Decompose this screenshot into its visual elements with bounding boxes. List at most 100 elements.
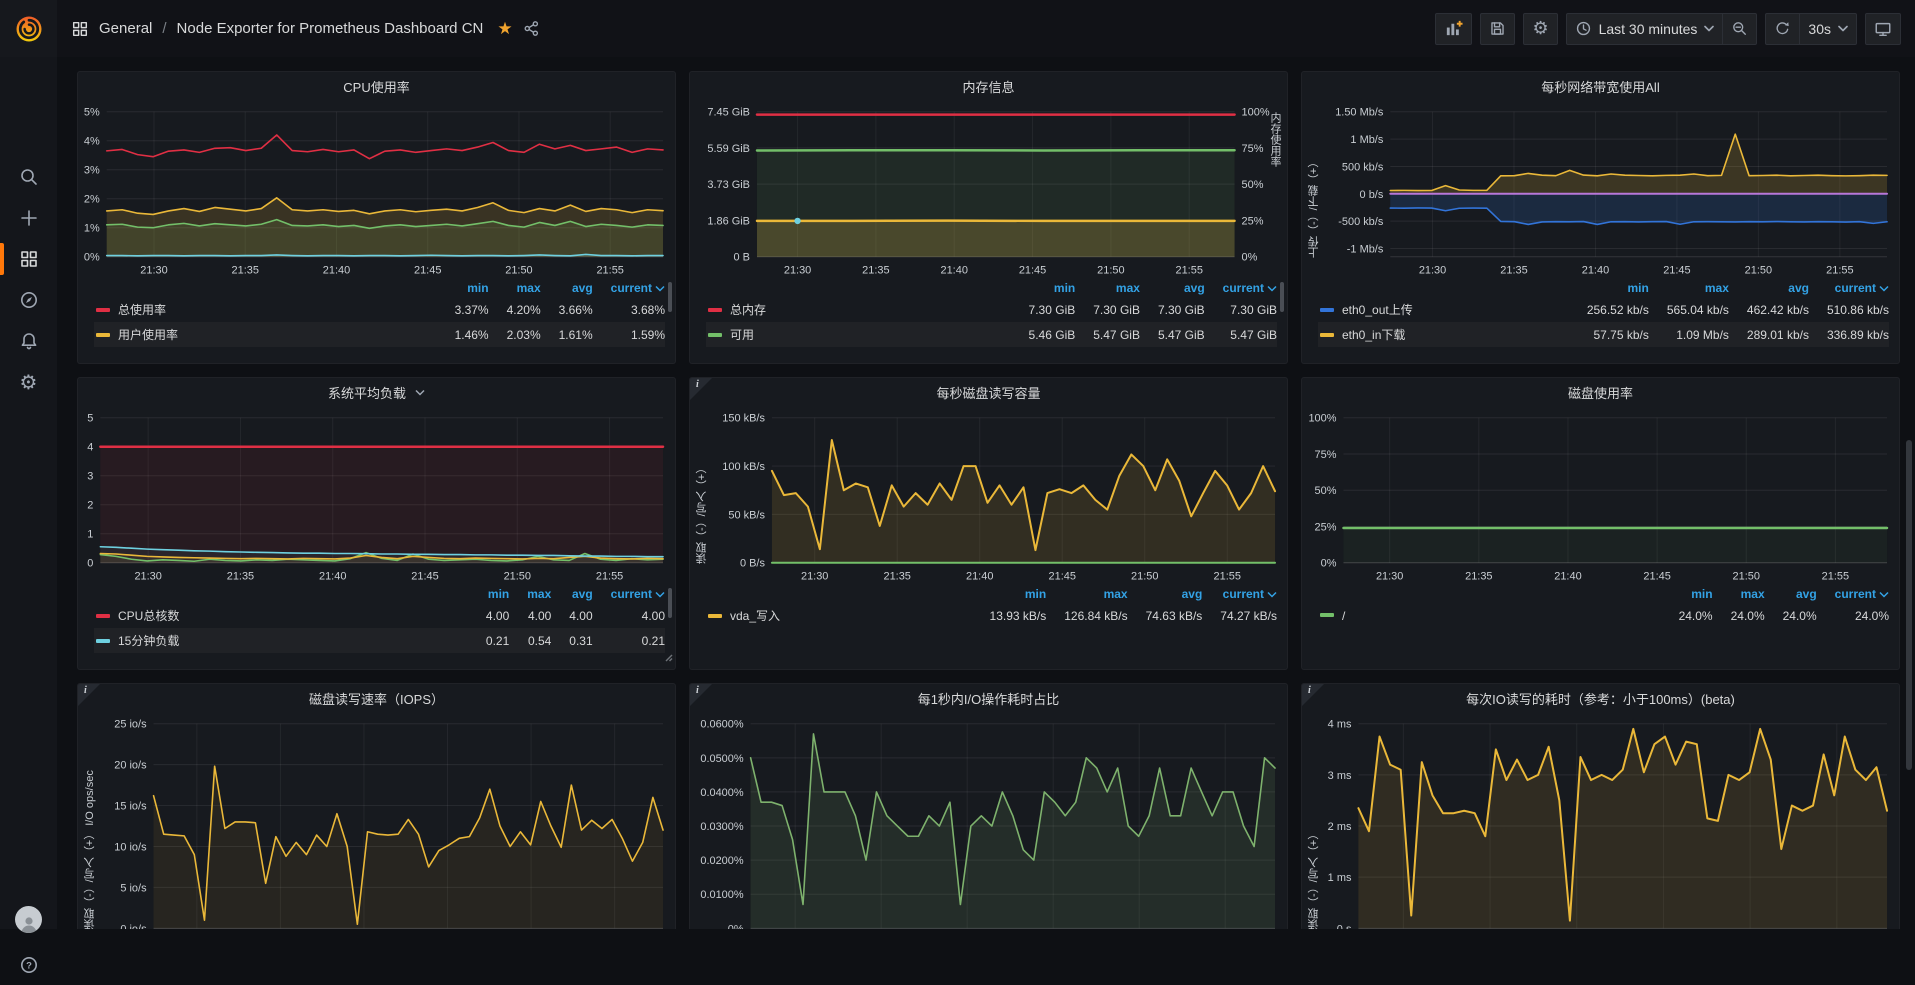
- refresh-button[interactable]: [1765, 13, 1799, 45]
- refresh-interval-picker[interactable]: 30s: [1799, 13, 1857, 45]
- person-icon: [19, 915, 39, 933]
- legend-col-min[interactable]: min: [972, 584, 1047, 603]
- panel-info-corner[interactable]: [690, 378, 712, 400]
- time-range-picker[interactable]: Last 30 minutes: [1566, 13, 1723, 45]
- legend-scrollbar[interactable]: [668, 282, 672, 312]
- sidebar-item-search[interactable]: [0, 157, 57, 197]
- sidebar-item-help[interactable]: ?: [0, 945, 57, 985]
- grafana-logo[interactable]: [0, 0, 57, 57]
- sidebar-item-configuration[interactable]: ⚙: [0, 362, 57, 402]
- legend-series-1[interactable]: vda_写入: [706, 603, 972, 628]
- sidebar-item-profile[interactable]: [0, 899, 57, 939]
- panel-title-text: 内存信息: [962, 77, 1014, 96]
- legend-col-min[interactable]: min: [1569, 278, 1649, 297]
- legend-value: 1.61%: [541, 322, 593, 347]
- add-panel-button[interactable]: [1435, 13, 1472, 45]
- panel-title-disk-usage[interactable]: 磁盘使用率: [1302, 378, 1899, 406]
- panel-title-memory-info[interactable]: 内存信息: [690, 72, 1287, 100]
- legend-col-current[interactable]: current: [1205, 278, 1277, 297]
- chart-disk-iops[interactable]: 25 io/s20 io/s15 io/s10 io/s5 io/s0 io/s: [78, 684, 675, 929]
- chart-io-latency[interactable]: 4 ms3 ms2 ms1 ms0 s: [1302, 684, 1899, 929]
- dashboard-settings-button[interactable]: ⚙: [1523, 13, 1557, 45]
- page-title[interactable]: Node Exporter for Prometheus Dashboard C…: [177, 20, 484, 37]
- legend-series-label: CPU总核数: [118, 609, 179, 623]
- legend-value: 336.89 kb/s: [1809, 322, 1889, 347]
- legend-col-current[interactable]: current: [1817, 584, 1889, 603]
- legend-col-max[interactable]: max: [509, 584, 551, 603]
- legend-series-1[interactable]: 总使用率: [94, 297, 437, 322]
- legend-value: 3.66%: [541, 297, 593, 322]
- sidebar-item-dashboards[interactable]: [0, 239, 57, 279]
- legend-value: 7.30 GiB: [1205, 297, 1277, 322]
- time-picker-group: Last 30 minutes: [1566, 13, 1758, 45]
- legend-series-2[interactable]: 可用: [706, 322, 1011, 347]
- panel-title-disk-rw-capacity[interactable]: 每秒磁盘读写容量: [690, 378, 1287, 406]
- panel-title-disk-iops[interactable]: 磁盘读写速率（IOPS）: [78, 684, 675, 712]
- legend-scrollbar[interactable]: [668, 588, 672, 618]
- legend-header-row: minmaxavgcurrent: [706, 278, 1277, 297]
- breadcrumb-section[interactable]: General: [99, 20, 152, 37]
- svg-text:21:50: 21:50: [504, 571, 531, 583]
- legend-value: 4.00: [593, 603, 665, 628]
- svg-text:10 io/s: 10 io/s: [114, 841, 147, 853]
- panel-title-system-load[interactable]: 系统平均负载: [78, 378, 675, 406]
- star-icon[interactable]: ★: [497, 19, 512, 39]
- legend-scrollbar[interactable]: [1280, 282, 1284, 312]
- legend-series-1[interactable]: 总内存: [706, 297, 1011, 322]
- sidebar-item-create[interactable]: [0, 198, 57, 238]
- legend-col-min[interactable]: min: [1011, 278, 1076, 297]
- legend-col-max[interactable]: max: [1649, 278, 1729, 297]
- legend-col-max[interactable]: max: [1713, 584, 1765, 603]
- legend-col-max[interactable]: max: [1075, 278, 1140, 297]
- legend-series-2[interactable]: 用户使用率: [94, 322, 437, 347]
- legend-col-max[interactable]: max: [489, 278, 541, 297]
- chevron-down-icon: [1879, 285, 1889, 292]
- legend-series-1[interactable]: CPU总核数: [94, 603, 468, 628]
- legend-col-avg[interactable]: avg: [1128, 584, 1203, 603]
- legend-series-2[interactable]: 15分钟负载: [94, 628, 468, 653]
- legend-col-avg[interactable]: avg: [551, 584, 592, 603]
- sidebar-item-explore[interactable]: [0, 280, 57, 320]
- legend-col-current[interactable]: current: [1202, 584, 1277, 603]
- svg-text:21:45: 21:45: [1049, 571, 1076, 583]
- legend-row: 用户使用率1.46%2.03%1.61%1.59%: [94, 322, 665, 347]
- panel-title-io-time-ratio[interactable]: 每1秒内I/O操作耗时占比: [690, 684, 1287, 712]
- panel-title-io-latency[interactable]: 每次IO读写的耗时（参考：小于100ms）(beta): [1302, 684, 1899, 712]
- svg-text:21:40: 21:40: [1582, 265, 1609, 277]
- grafana-logo-icon: [14, 14, 44, 44]
- svg-text:5%: 5%: [84, 107, 100, 119]
- sidebar-item-alerting[interactable]: [0, 321, 57, 361]
- legend-col-avg[interactable]: avg: [1729, 278, 1809, 297]
- legend-col-current[interactable]: current: [593, 278, 665, 297]
- panel-info-corner[interactable]: [690, 684, 712, 706]
- info-icon: i: [696, 685, 699, 696]
- legend-col-current[interactable]: current: [593, 584, 665, 603]
- page-scrollbar[interactable]: [1906, 440, 1912, 770]
- legend-series-1[interactable]: eth0_out上传: [1318, 297, 1569, 322]
- legend-col-avg[interactable]: avg: [1140, 278, 1205, 297]
- legend-col-avg[interactable]: avg: [1765, 584, 1817, 603]
- panel-memory-info: 内存信息7.45 GiB100%5.59 GiB75%3.73 GiB50%1.…: [689, 71, 1288, 364]
- panel-title-cpu-usage[interactable]: CPU使用率: [78, 72, 675, 100]
- panel-title-network-bandwidth[interactable]: 每秒网络带宽使用All: [1302, 72, 1899, 100]
- panel-info-corner[interactable]: [1302, 684, 1324, 706]
- panel-info-corner[interactable]: [78, 684, 100, 706]
- legend-series-1[interactable]: /: [1318, 603, 1661, 628]
- legend-col-current[interactable]: current: [1809, 278, 1889, 297]
- legend-col-avg[interactable]: avg: [541, 278, 593, 297]
- cycle-view-button[interactable]: [1865, 13, 1901, 45]
- legend-col-min[interactable]: min: [468, 584, 509, 603]
- legend-cpu-usage: minmaxavgcurrent总使用率3.37%4.20%3.66%3.68%…: [94, 278, 665, 363]
- legend-col-max[interactable]: max: [1046, 584, 1127, 603]
- save-dashboard-button[interactable]: [1480, 13, 1515, 45]
- legend-series-2[interactable]: eth0_in下载: [1318, 322, 1569, 347]
- share-icon[interactable]: [523, 20, 540, 37]
- svg-text:21:55: 21:55: [596, 571, 623, 583]
- panel-resize-handle[interactable]: [663, 649, 673, 667]
- legend-col-min[interactable]: min: [1661, 584, 1713, 603]
- legend-value: 510.86 kb/s: [1809, 297, 1889, 322]
- chart-io-time-ratio[interactable]: 0.0600%0.0500%0.0400%0.0300%0.0200%0.010…: [690, 684, 1287, 929]
- legend-col-min[interactable]: min: [437, 278, 489, 297]
- legend-header-spacer: [1318, 584, 1661, 603]
- zoom-out-button[interactable]: [1722, 13, 1757, 45]
